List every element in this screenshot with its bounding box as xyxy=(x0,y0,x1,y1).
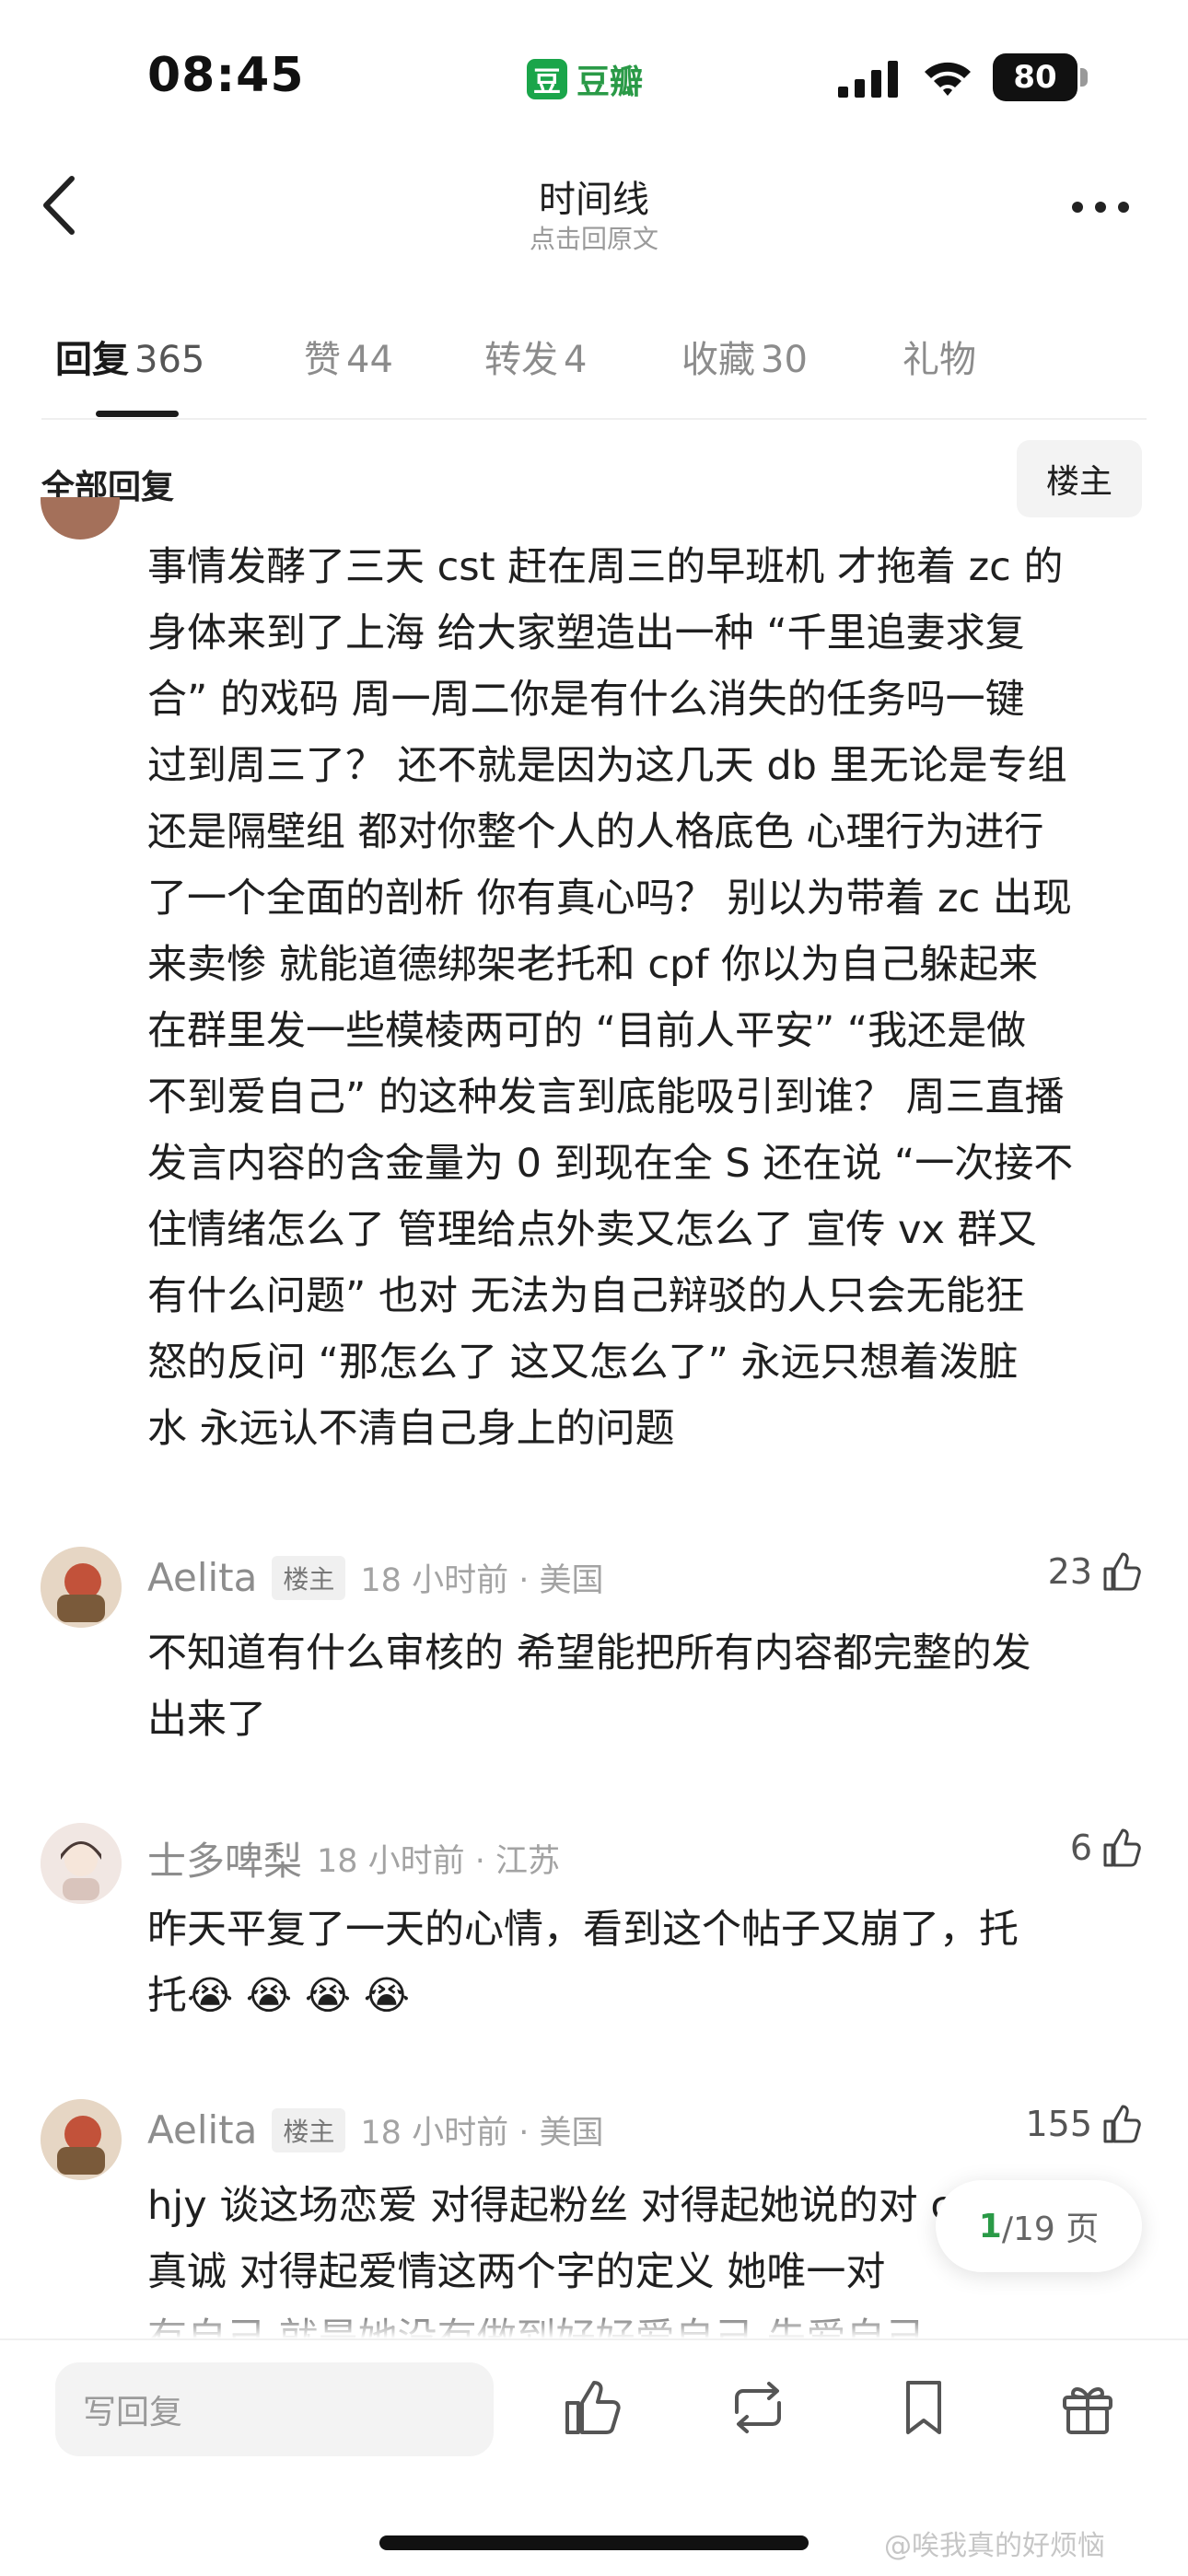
bottom-action-bar: 写回复 @唉我真的好烦恼 xyxy=(0,2338,1188,2576)
watermark: @唉我真的好烦恼 xyxy=(884,2530,1105,2562)
like-count: 155 xyxy=(1025,2104,1092,2144)
comment-header: Aelita 楼主 18 小时前 · 美国 xyxy=(147,2106,603,2153)
avatar[interactable] xyxy=(41,497,120,558)
username[interactable]: Aelita xyxy=(147,2107,257,2152)
tab-label: 收藏 xyxy=(681,339,755,381)
home-indicator xyxy=(379,2535,809,2550)
tab-collections[interactable]: 收藏 30 xyxy=(681,330,808,383)
status-time: 08:45 xyxy=(147,48,305,103)
repost-icon[interactable] xyxy=(726,2375,790,2440)
signal-icon xyxy=(838,61,898,98)
thumbs-up-icon xyxy=(1103,2105,1141,2143)
douban-app-icon: 豆 xyxy=(527,59,567,99)
comment-meta: 18 小时前 · 美国 xyxy=(360,1562,604,1599)
like-icon[interactable] xyxy=(560,2375,624,2440)
tab-reposts[interactable]: 转发 4 xyxy=(484,330,587,383)
comment-header: 士多啤梨 18 小时前 · 江苏 xyxy=(147,1830,560,1886)
tab-label: 赞 xyxy=(304,339,341,381)
like-button[interactable]: 23 xyxy=(1048,1550,1142,1593)
op-only-filter-button[interactable]: 楼主 xyxy=(1017,440,1142,517)
avatar[interactable] xyxy=(41,1547,122,1628)
active-tab-indicator xyxy=(96,411,179,417)
tab-label: 转发 xyxy=(484,339,558,381)
comment-header: Aelita 楼主 18 小时前 · 美国 xyxy=(147,1554,603,1601)
page-indicator[interactable]: 1/19 页 xyxy=(936,2180,1142,2272)
current-page: 1 xyxy=(978,2207,1002,2245)
reply-input[interactable]: 写回复 xyxy=(55,2362,494,2456)
comment-text: 昨天平复了一天的心情，看到这个帖子又崩了，托 托😭 😭 😭 😭 xyxy=(147,1907,1019,2019)
username[interactable]: Aelita xyxy=(147,1555,257,1600)
op-badge: 楼主 xyxy=(272,1555,346,1600)
tab-count: 44 xyxy=(346,339,393,381)
tab-count: 30 xyxy=(761,339,808,381)
divider xyxy=(41,418,1147,420)
battery-indicator: 80 xyxy=(993,53,1077,101)
page-title: 时间线 xyxy=(539,179,649,221)
avatar[interactable] xyxy=(41,1823,122,1904)
tab-replies[interactable]: 回复 365 xyxy=(55,330,204,383)
like-count: 6 xyxy=(1069,1828,1092,1868)
total-pages: /19 页 xyxy=(1001,2210,1100,2248)
username[interactable]: 士多啤梨 xyxy=(147,1830,302,1886)
tab-count: 4 xyxy=(564,339,588,381)
like-count: 23 xyxy=(1047,1551,1092,1592)
comment-text: 事情发酵了三天 cst 赶在周三的早班机 才拖着 zc 的 身体来到了上海 给大… xyxy=(147,544,1074,1452)
tab-gifts[interactable]: 礼物 xyxy=(903,330,976,383)
app-badge[interactable]: 豆 豆瓣 xyxy=(527,55,643,103)
tab-label: 礼物 xyxy=(903,339,976,381)
tab-count: 365 xyxy=(134,339,205,381)
comment-meta: 18 小时前 · 江苏 xyxy=(317,1843,561,1880)
status-bar: 08:45 豆 豆瓣 80 xyxy=(0,0,1188,157)
tab-likes[interactable]: 赞 44 xyxy=(304,330,393,383)
like-button[interactable]: 155 xyxy=(1025,2103,1142,2145)
comment-text: 不知道有什么审核的 希望能把所有内容都完整的发 出来了 xyxy=(147,1630,1031,1743)
bottom-fade xyxy=(0,2302,1188,2338)
op-badge: 楼主 xyxy=(272,2107,346,2152)
comment-meta: 18 小时前 · 美国 xyxy=(360,2115,604,2152)
tab-label: 回复 xyxy=(55,339,129,381)
bookmark-icon[interactable] xyxy=(891,2375,956,2440)
thumbs-up-icon xyxy=(1103,1828,1141,1867)
thumbs-up-icon xyxy=(1103,1552,1141,1591)
app-name: 豆瓣 xyxy=(577,64,644,101)
like-button[interactable]: 6 xyxy=(1070,1827,1142,1869)
gift-icon[interactable] xyxy=(1055,2375,1120,2440)
avatar[interactable] xyxy=(41,2099,122,2180)
wifi-icon xyxy=(925,62,971,96)
battery-nub xyxy=(1080,68,1088,87)
back-to-original-link[interactable]: 点击回原文 xyxy=(0,219,1188,256)
more-options-icon[interactable] xyxy=(1068,193,1133,221)
